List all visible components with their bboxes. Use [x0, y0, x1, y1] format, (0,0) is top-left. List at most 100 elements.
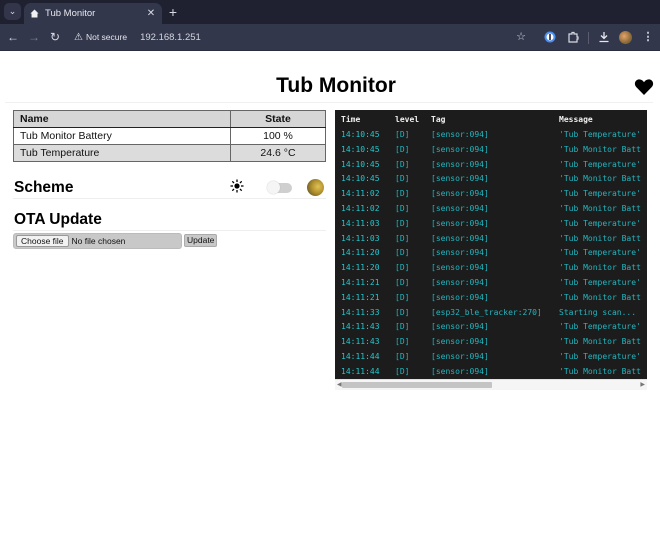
browser-toolbar: ← → ↻ ⚠ Not secure 192.168.1.251 ☆ ⋮: [0, 24, 660, 51]
log-message: 'Tub Monitor Batt: [559, 144, 641, 154]
section-divider: [13, 230, 326, 231]
scrollbar-thumb[interactable]: [342, 382, 492, 388]
log-message: 'Tub Temperature': [559, 352, 641, 361]
log-time: 14:11:20: [341, 248, 380, 258]
address-bar[interactable]: ⚠ Not secure 192.168.1.251: [74, 29, 201, 45]
log-level: [D]: [395, 278, 410, 287]
web-page: Tub Monitor Name State Tub Monitor Batte…: [0, 52, 660, 540]
heart-icon[interactable]: [634, 77, 654, 97]
log-tag: [sensor:094]: [431, 248, 489, 258]
section-divider: [13, 198, 326, 199]
password-manager-icon[interactable]: [542, 29, 558, 45]
choose-file-button[interactable]: Choose file: [16, 235, 69, 247]
log-level: [D]: [395, 263, 410, 273]
log-tag: [sensor:094]: [431, 278, 489, 287]
log-message: 'Tub Temperature': [559, 159, 641, 169]
log-tag: [sensor:094]: [431, 189, 489, 199]
log-time: 14:11:33: [341, 307, 380, 317]
tab-title: Tub Monitor: [45, 8, 96, 19]
scroll-left-arrow[interactable]: ◀: [337, 380, 342, 390]
toolbar-divider: [588, 32, 589, 44]
log-tag: [sensor:094]: [431, 292, 489, 302]
scroll-right-arrow[interactable]: ▶: [640, 380, 645, 390]
menu-icon[interactable]: ⋮: [640, 29, 656, 45]
log-level: [D]: [395, 337, 410, 347]
log-time: 14:11:03: [341, 218, 380, 228]
warning-icon: ⚠: [74, 31, 83, 43]
log-level: [D]: [395, 174, 410, 184]
bookmark-star-icon[interactable]: ☆: [513, 29, 529, 45]
log-header-message: Message: [559, 115, 593, 124]
log-message: 'Tub Temperature': [559, 130, 641, 139]
log-tag: [sensor:094]: [431, 322, 489, 332]
log-header-level: level: [395, 115, 420, 124]
log-level: [D]: [395, 204, 410, 213]
ota-heading: OTA Update: [14, 211, 102, 228]
log-time: 14:10:45: [341, 144, 380, 154]
log-level: [D]: [395, 352, 410, 361]
states-table: Name State Tub Monitor Battery 100 % Tub…: [13, 110, 326, 162]
dark-mode-toggle[interactable]: [267, 181, 292, 194]
new-tab-icon[interactable]: +: [166, 4, 180, 20]
home-favicon: [30, 9, 39, 18]
file-status: No file chosen: [71, 236, 126, 246]
log-tag: [esp32_ble_tracker:270]: [431, 307, 542, 317]
log-tag: [sensor:094]: [431, 159, 489, 169]
browser-tab[interactable]: Tub Monitor ✕: [24, 3, 162, 24]
log-tag: [sensor:094]: [431, 174, 489, 184]
log-time: 14:11:20: [341, 263, 380, 273]
extensions-icon[interactable]: [565, 29, 581, 45]
log-message: 'Tub Temperature': [559, 248, 641, 258]
log-message: 'Tub Monitor Batt: [559, 204, 641, 213]
log-message: 'Tub Monitor Batt: [559, 174, 641, 184]
log-time: 14:10:45: [341, 130, 380, 139]
browser-tab-strip: ⌄ Tub Monitor ✕ +: [0, 0, 660, 24]
log-panel[interactable]: Time level Tag Message 14:10:45 [D] [senso…: [335, 110, 647, 390]
log-tag: [sensor:094]: [431, 204, 489, 213]
close-icon[interactable]: ✕: [144, 8, 158, 19]
log-tag: [sensor:094]: [431, 130, 489, 139]
log-message: 'Tub Temperature': [559, 278, 641, 287]
log-message: 'Tub Monitor Batt: [559, 337, 641, 347]
log-level: [D]: [395, 307, 410, 317]
column-header-state: State: [230, 110, 326, 128]
profile-avatar[interactable]: [619, 31, 632, 44]
log-message: 'Tub Temperature': [559, 218, 641, 228]
log-time: 14:11:03: [341, 233, 380, 243]
entity-name: Tub Monitor Battery: [13, 127, 231, 145]
log-level: [D]: [395, 292, 410, 302]
log-time: 14:11:44: [341, 366, 380, 376]
entity-name: Tub Temperature: [13, 144, 231, 162]
log-message: 'Tub Monitor Batt: [559, 292, 641, 302]
log-level: [D]: [395, 233, 410, 243]
column-header-name: Name: [13, 110, 231, 128]
log-level: [D]: [395, 189, 410, 199]
entity-state: 24.6 °C: [230, 144, 326, 162]
log-header-time: Time: [341, 115, 361, 124]
log-tag: [sensor:094]: [431, 366, 489, 376]
sun-icon: [230, 179, 244, 193]
page-title: Tub Monitor: [276, 74, 396, 97]
reload-icon[interactable]: ↻: [47, 29, 63, 45]
log-time: 14:11:21: [341, 292, 380, 302]
tab-list-icon[interactable]: ⌄: [4, 3, 21, 20]
log-horizontal-scrollbar[interactable]: ◀ ▶: [335, 379, 647, 390]
forward-icon[interactable]: →: [26, 29, 42, 45]
security-label[interactable]: Not secure: [86, 32, 127, 42]
log-message: 'Tub Monitor Batt: [559, 263, 641, 273]
log-level: [D]: [395, 144, 410, 154]
log-time: 14:11:43: [341, 337, 380, 347]
log-time: 14:11:02: [341, 204, 380, 213]
log-header-tag: Tag: [431, 115, 446, 124]
table-row: Tub Temperature 24.6 °C: [13, 144, 326, 162]
firmware-file-input[interactable]: Choose file No file chosen: [13, 233, 182, 249]
update-button[interactable]: Update: [184, 234, 218, 247]
log-tag: [sensor:094]: [431, 218, 489, 228]
toggle-knob[interactable]: [267, 181, 280, 194]
log-level: [D]: [395, 159, 410, 169]
url-text[interactable]: 192.168.1.251: [140, 32, 201, 43]
table-header-row: Name State: [13, 110, 326, 128]
log-level: [D]: [395, 366, 410, 376]
download-icon[interactable]: [596, 29, 612, 45]
back-icon[interactable]: ←: [5, 29, 21, 45]
